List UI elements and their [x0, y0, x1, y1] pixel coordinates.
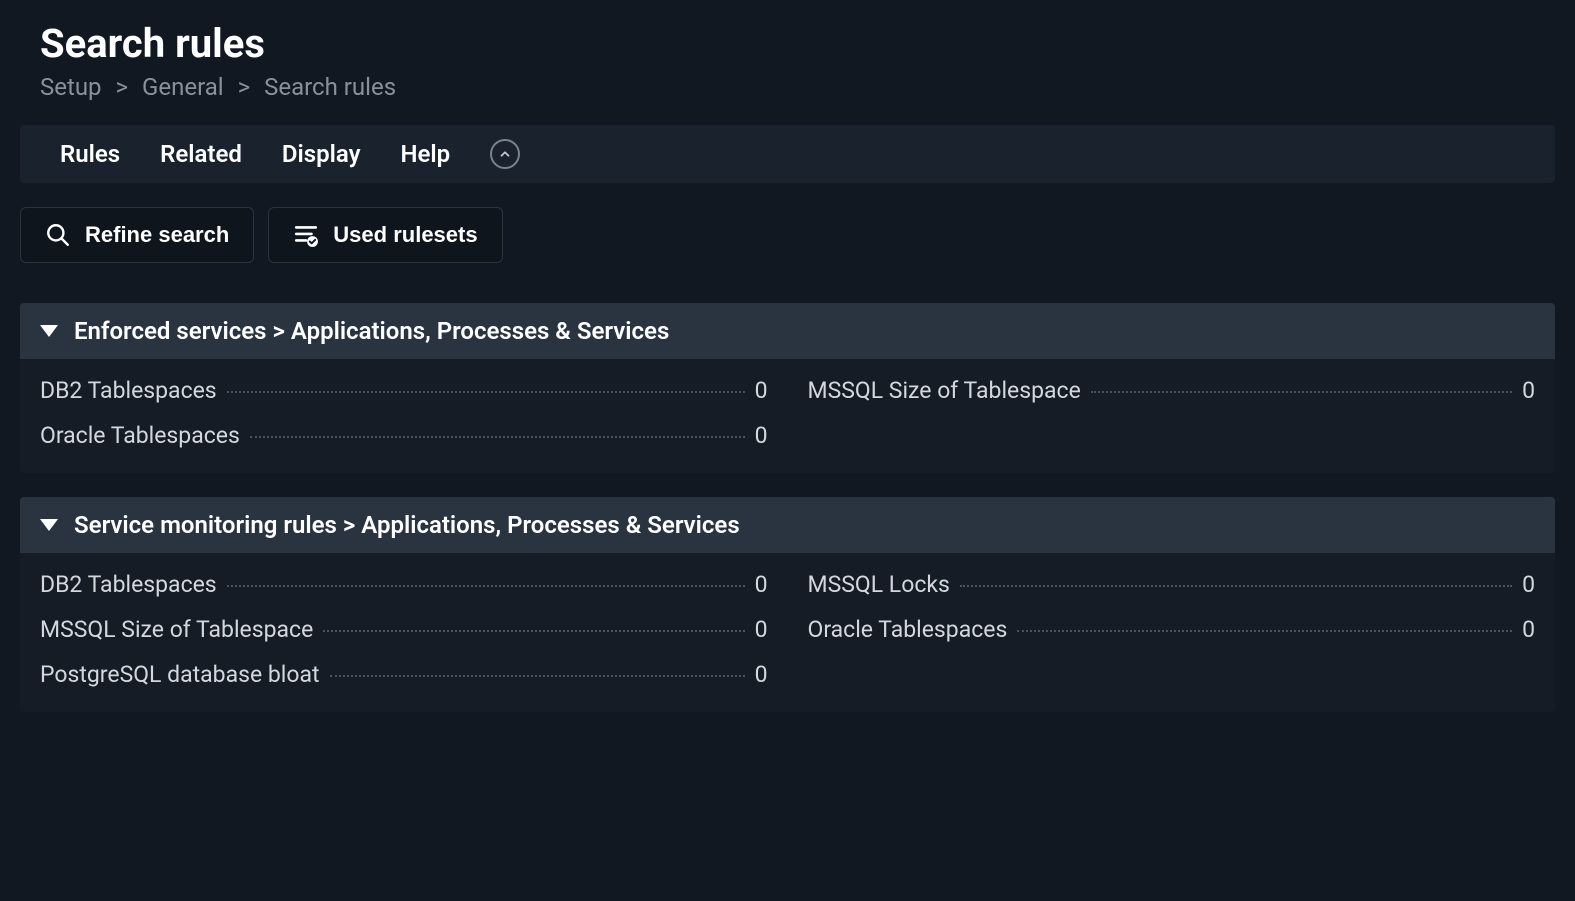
used-rulesets-label: Used rulesets — [333, 222, 477, 248]
rule-row[interactable]: MSSQL Size of Tablespace 0 — [40, 616, 768, 643]
rule-label: MSSQL Size of Tablespace — [40, 616, 313, 643]
rule-dots — [960, 585, 1512, 587]
section-header[interactable]: Service monitoring rules > Applications,… — [20, 497, 1555, 553]
rule-count: 0 — [755, 571, 768, 598]
rule-dots — [227, 585, 745, 587]
collapse-menubar-button[interactable] — [490, 139, 520, 169]
section-body: DB2 Tablespaces 0 MSSQL Size of Tablespa… — [20, 359, 1555, 473]
menubar: Rules Related Display Help — [20, 125, 1555, 183]
used-rulesets-button[interactable]: Used rulesets — [268, 207, 502, 263]
rule-count: 0 — [1522, 616, 1535, 643]
section-service-monitoring: Service monitoring rules > Applications,… — [20, 497, 1555, 712]
rule-label: MSSQL Locks — [808, 571, 950, 598]
rule-dots — [227, 391, 745, 393]
breadcrumb-item[interactable]: Search rules — [264, 73, 396, 101]
breadcrumb-item[interactable]: Setup — [40, 73, 102, 101]
refine-search-button[interactable]: Refine search — [20, 207, 254, 263]
section-header[interactable]: Enforced services > Applications, Proces… — [20, 303, 1555, 359]
breadcrumb-sep: > — [116, 73, 129, 101]
section-body: DB2 Tablespaces 0 MSSQL Locks 0 MSSQL Si… — [20, 553, 1555, 712]
section-enforced-services: Enforced services > Applications, Proces… — [20, 303, 1555, 473]
caret-down-icon — [40, 325, 58, 337]
rule-count: 0 — [755, 377, 768, 404]
rule-label: DB2 Tablespaces — [40, 571, 217, 598]
rule-dots — [323, 630, 744, 632]
filter-check-icon — [293, 222, 319, 248]
section-title: Enforced services > Applications, Proces… — [74, 317, 669, 345]
rule-row[interactable]: DB2 Tablespaces 0 — [40, 571, 768, 598]
rule-label: Oracle Tablespaces — [40, 422, 240, 449]
rule-dots — [330, 675, 745, 677]
rule-count: 0 — [1522, 571, 1535, 598]
rule-count: 0 — [1522, 377, 1535, 404]
toolbar: Refine search Used rulesets — [0, 207, 1575, 263]
rule-label: MSSQL Size of Tablespace — [808, 377, 1081, 404]
rule-label: Oracle Tablespaces — [808, 616, 1008, 643]
rule-label: PostgreSQL database bloat — [40, 661, 320, 688]
menu-display[interactable]: Display — [282, 140, 361, 168]
rule-row[interactable]: Oracle Tablespaces 0 — [40, 422, 768, 449]
section-title: Service monitoring rules > Applications,… — [74, 511, 740, 539]
breadcrumb-sep: > — [238, 73, 251, 101]
rule-row[interactable]: MSSQL Locks 0 — [808, 571, 1536, 598]
rule-row[interactable]: PostgreSQL database bloat 0 — [40, 661, 768, 688]
rule-count: 0 — [755, 661, 768, 688]
rule-label: DB2 Tablespaces — [40, 377, 217, 404]
breadcrumb: Setup > General > Search rules — [0, 73, 1575, 101]
rule-row[interactable]: MSSQL Size of Tablespace 0 — [808, 377, 1536, 404]
rule-count: 0 — [755, 422, 768, 449]
chevron-up-icon — [498, 147, 512, 161]
rule-row[interactable]: DB2 Tablespaces 0 — [40, 377, 768, 404]
rule-dots — [1091, 391, 1512, 393]
page-title: Search rules — [0, 20, 1575, 67]
rule-count: 0 — [755, 616, 768, 643]
rule-row[interactable]: Oracle Tablespaces 0 — [808, 616, 1536, 643]
menu-help[interactable]: Help — [401, 140, 451, 168]
menu-rules[interactable]: Rules — [60, 140, 120, 168]
caret-down-icon — [40, 519, 58, 531]
search-icon — [45, 222, 71, 248]
breadcrumb-item[interactable]: General — [142, 73, 224, 101]
rule-dots — [250, 436, 745, 438]
menu-related[interactable]: Related — [160, 140, 242, 168]
rule-dots — [1017, 630, 1512, 632]
refine-search-label: Refine search — [85, 222, 229, 248]
